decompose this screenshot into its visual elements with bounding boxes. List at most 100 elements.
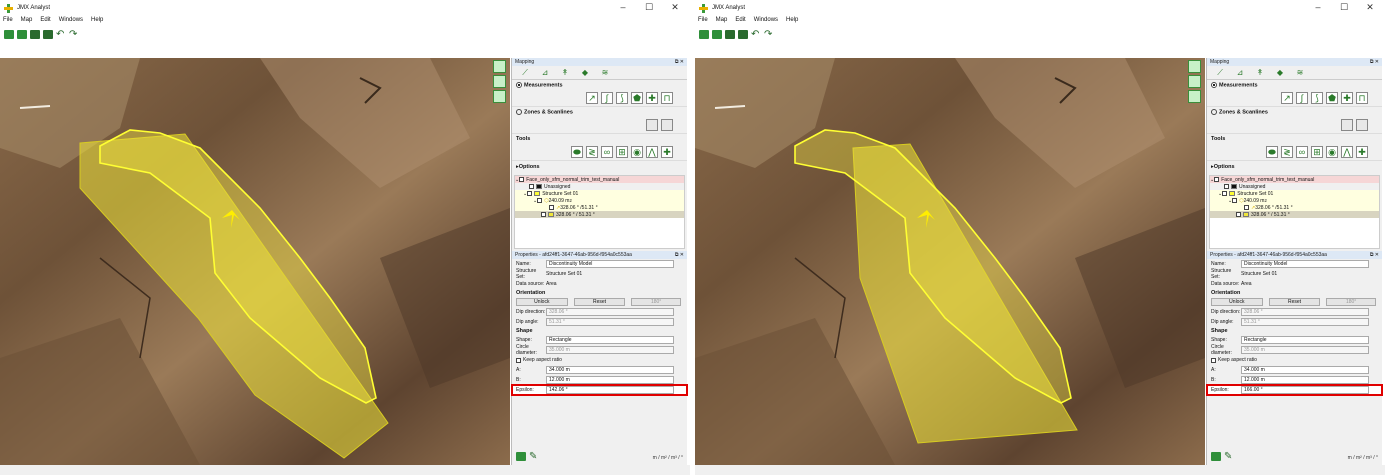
- trace-tool-icon[interactable]: ⟆: [1311, 92, 1323, 104]
- view-plane-icon[interactable]: [1188, 75, 1201, 88]
- tree-discontinuity[interactable]: 328.06 ° / 51.31 °: [1210, 211, 1379, 218]
- properties-dock-controls[interactable]: ⧉ ✕: [1370, 252, 1379, 258]
- view-frame-icon[interactable]: [493, 60, 506, 73]
- tree-unassigned[interactable]: Unassigned: [515, 183, 684, 190]
- menu-map[interactable]: Map: [21, 17, 33, 27]
- dock-controls[interactable]: ⧉ ✕: [675, 59, 684, 65]
- shape-select[interactable]: Rectangle: [546, 336, 674, 344]
- open-folder-icon[interactable]: [699, 30, 709, 39]
- measurements-radio[interactable]: [516, 82, 522, 88]
- tool-1-icon[interactable]: ⬬: [1266, 146, 1278, 158]
- tool-4-icon[interactable]: ⊞: [616, 146, 628, 158]
- dip-direction-field[interactable]: 328.06 °: [546, 308, 674, 316]
- point-tool-icon[interactable]: ✚: [646, 92, 658, 104]
- open-folder-icon[interactable]: [4, 30, 14, 39]
- tool-5-icon[interactable]: ◉: [1326, 146, 1338, 158]
- menu-help[interactable]: Help: [786, 17, 798, 27]
- dock-controls[interactable]: ⧉ ✕: [1370, 59, 1379, 65]
- epsilon-field[interactable]: 142.06 °: [546, 386, 674, 394]
- menu-map[interactable]: Map: [716, 17, 728, 27]
- dip-direction-field[interactable]: 328.06 °: [1241, 308, 1369, 316]
- circle-diameter-field[interactable]: 35.000 m: [1241, 346, 1369, 354]
- menu-edit[interactable]: Edit: [735, 17, 745, 27]
- tool-7-icon[interactable]: ✚: [661, 146, 673, 158]
- undo-icon[interactable]: ↶: [56, 30, 66, 40]
- dip-angle-field[interactable]: 51.31 °: [1241, 318, 1369, 326]
- rotate-180-button[interactable]: 180°: [1326, 298, 1376, 306]
- curve-tool-icon[interactable]: ∫: [1296, 92, 1308, 104]
- reset-button[interactable]: Reset: [1268, 298, 1321, 306]
- b-field[interactable]: 12.000 m: [1241, 376, 1369, 384]
- tool-6-icon[interactable]: ⋀: [1341, 146, 1353, 158]
- spreadsheet-icon[interactable]: [516, 452, 526, 461]
- tree-area[interactable]: ⌄ ⬡ 240.09 m2: [1210, 197, 1379, 204]
- frame-tool-icon[interactable]: ⊓: [661, 92, 673, 104]
- scanline-tool-icon[interactable]: [1356, 119, 1368, 131]
- tab-arrow-icon[interactable]: ↟: [1250, 67, 1270, 78]
- save-icon[interactable]: [30, 30, 40, 39]
- open-folder-icon[interactable]: [17, 30, 27, 39]
- keep-aspect-checkbox[interactable]: [1211, 357, 1216, 363]
- menu-file[interactable]: File: [3, 17, 13, 27]
- tab-arrow-icon[interactable]: ↟: [555, 67, 575, 78]
- zones-radio[interactable]: [516, 109, 522, 115]
- maximize-button[interactable]: ☐: [1331, 2, 1357, 13]
- menu-edit[interactable]: Edit: [40, 17, 50, 27]
- print-icon[interactable]: [43, 30, 53, 39]
- maximize-button[interactable]: ☐: [636, 2, 662, 13]
- tab-triangle-icon[interactable]: ⊿: [535, 67, 555, 78]
- scanline-tool-icon[interactable]: [661, 119, 673, 131]
- tool-2-icon[interactable]: ≷: [586, 146, 598, 158]
- tab-measure-line-icon[interactable]: ⟋: [1210, 67, 1230, 78]
- redo-icon[interactable]: ↷: [69, 30, 79, 40]
- measurements-radio[interactable]: [1211, 82, 1217, 88]
- save-icon[interactable]: [725, 30, 735, 39]
- tree-orientation[interactable]: ↗ 328.06 ° /51.31 °: [1210, 204, 1379, 211]
- options-toggle[interactable]: ▸ Options: [512, 161, 687, 173]
- tab-shape-icon[interactable]: ◆: [1270, 67, 1290, 78]
- print-icon[interactable]: [738, 30, 748, 39]
- open-folder-icon[interactable]: [712, 30, 722, 39]
- pen-icon[interactable]: ✎: [529, 452, 539, 462]
- curve-tool-icon[interactable]: ∫: [601, 92, 613, 104]
- line-tool-icon[interactable]: ↗: [1281, 92, 1293, 104]
- trace-tool-icon[interactable]: ⟆: [616, 92, 628, 104]
- circle-diameter-field[interactable]: 35.000 m: [546, 346, 674, 354]
- keep-aspect-checkbox[interactable]: [516, 357, 521, 363]
- zone-tool-icon[interactable]: [646, 119, 658, 131]
- minimize-button[interactable]: –: [1305, 2, 1331, 13]
- tree-discontinuity[interactable]: 328.06 ° / 51.31 °: [515, 211, 684, 218]
- dip-angle-field[interactable]: 51.31 °: [546, 318, 674, 326]
- polygon-tool-icon[interactable]: ⬟: [631, 92, 643, 104]
- a-field[interactable]: 34.000 m: [1241, 366, 1369, 374]
- zones-radio[interactable]: [1211, 109, 1217, 115]
- menu-file[interactable]: File: [698, 17, 708, 27]
- tree-structure-set[interactable]: ⌄ Structure Set 01: [515, 190, 684, 197]
- tool-2-icon[interactable]: ≷: [1281, 146, 1293, 158]
- properties-dock-controls[interactable]: ⧉ ✕: [675, 252, 684, 258]
- tree-area[interactable]: ⌄ ⬡ 240.09 m2: [515, 197, 684, 204]
- frame-tool-icon[interactable]: ⊓: [1356, 92, 1368, 104]
- tab-shape-icon[interactable]: ◆: [575, 67, 595, 78]
- redo-icon[interactable]: ↷: [764, 30, 774, 40]
- menu-help[interactable]: Help: [91, 17, 103, 27]
- tree-unassigned[interactable]: Unassigned: [1210, 183, 1379, 190]
- tab-layers-icon[interactable]: ≋: [1290, 67, 1310, 78]
- tab-measure-line-icon[interactable]: ⟋: [515, 67, 535, 78]
- 3d-viewport[interactable]: [695, 58, 1205, 465]
- polygon-tool-icon[interactable]: ⬟: [1326, 92, 1338, 104]
- view-plane-icon[interactable]: [493, 75, 506, 88]
- line-tool-icon[interactable]: ↗: [586, 92, 598, 104]
- unlock-button[interactable]: Unlock: [1211, 298, 1263, 306]
- view-fit-icon[interactable]: [493, 90, 506, 103]
- tool-7-icon[interactable]: ✚: [1356, 146, 1368, 158]
- tree-root[interactable]: ⌄ Face_only_sfm_normal_trim_test_manual: [1210, 176, 1379, 183]
- tool-5-icon[interactable]: ◉: [631, 146, 643, 158]
- tab-layers-icon[interactable]: ≋: [595, 67, 615, 78]
- name-field[interactable]: Discontinuity Model: [1241, 260, 1369, 268]
- a-field[interactable]: 34.000 m: [546, 366, 674, 374]
- epsilon-field[interactable]: 166.00 °: [1241, 386, 1369, 394]
- view-fit-icon[interactable]: [1188, 90, 1201, 103]
- name-field[interactable]: Discontinuity Model: [546, 260, 674, 268]
- tool-3-icon[interactable]: ∞: [1296, 146, 1308, 158]
